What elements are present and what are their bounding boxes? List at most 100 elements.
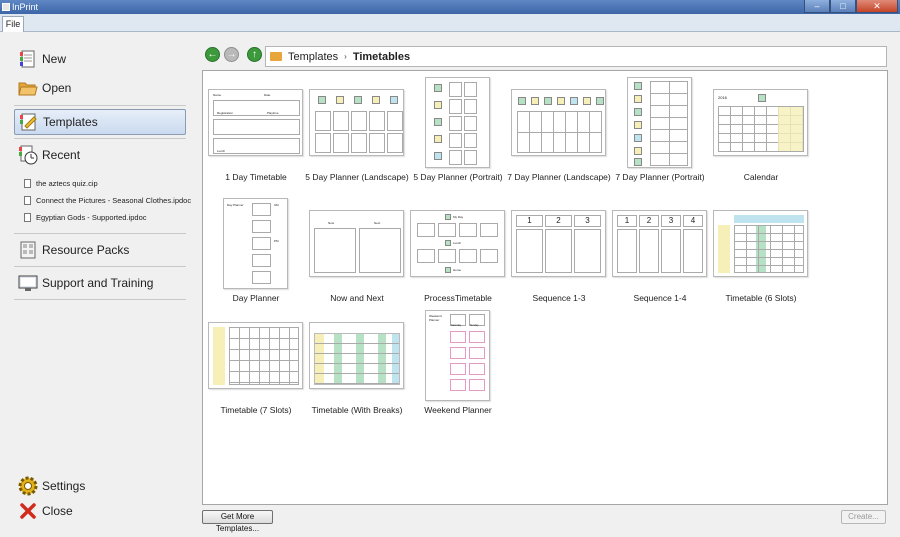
separator [14, 233, 186, 234]
settings-button[interactable]: Settings [14, 474, 186, 498]
new-document-icon [18, 49, 38, 69]
separator [14, 138, 186, 139]
thumb-text: Name [213, 93, 222, 97]
thumb-text: Day Planner [227, 203, 244, 207]
thumb-text: Now [328, 221, 335, 225]
template-label[interactable]: Timetable (6 Slots) [701, 293, 821, 304]
template-thumbnail-7-day-planner-landscape[interactable] [511, 89, 606, 156]
recent-file-item[interactable]: Egyptian Gods - Supported.ipdoc [24, 210, 194, 224]
template-thumbnail-sequence-1-3[interactable]: 1 2 3 [511, 210, 606, 277]
resource-packs-button[interactable]: Resource Packs [14, 237, 186, 263]
thumb-text: Weekend Planner [429, 314, 442, 322]
forward-button[interactable]: → [224, 47, 239, 62]
thumb-text: Next [374, 221, 381, 225]
separator [14, 266, 186, 267]
templates-icon [19, 112, 39, 132]
template-thumbnail-5-day-planner-landscape[interactable] [309, 89, 404, 156]
close-button[interactable]: Close [14, 499, 186, 523]
thumb-text: Registration [217, 111, 234, 115]
monitor-icon [18, 273, 38, 293]
thumb-text: 1 [617, 215, 637, 227]
create-button[interactable]: Create... [841, 510, 886, 524]
arrow-up-icon: ↑ [252, 49, 257, 60]
breadcrumb-separator: › [344, 52, 347, 61]
template-gallery: Name Date Registration Playtime Lunch 1 … [202, 70, 888, 505]
navigation-bar: ← → ↑ Templates › Timetables [202, 45, 887, 67]
thumb-text: 2 [639, 215, 659, 227]
template-thumbnail-calendar[interactable]: 2016 [713, 89, 808, 156]
close-label: Close [42, 504, 73, 518]
thumb-text: Sunday [470, 324, 479, 327]
separator [14, 299, 186, 300]
recent-file-item[interactable]: the aztecs quiz.cip [24, 176, 194, 190]
open-label: Open [42, 81, 72, 95]
thumb-text: 2 [545, 215, 572, 227]
template-thumbnail-1-day-timetable[interactable]: Name Date Registration Playtime Lunch [208, 89, 303, 156]
thumb-text: Date [264, 93, 271, 97]
recent-button[interactable]: Recent [14, 142, 186, 168]
back-button[interactable]: ← [205, 47, 220, 62]
templates-button[interactable]: Templates [14, 109, 186, 135]
folder-icon [270, 52, 282, 61]
breadcrumb[interactable]: Templates › Timetables [265, 46, 887, 67]
thumb-text: Lunch [453, 241, 462, 245]
app-icon [2, 3, 10, 11]
title-bar: InPrint – □ ✕ [0, 0, 900, 14]
gear-icon [18, 476, 38, 496]
file-tab[interactable]: File [2, 16, 24, 32]
template-label[interactable]: Weekend Planner [398, 405, 518, 416]
recent-file-name: Connect the Pictures - Seasonal Clothes.… [36, 195, 192, 205]
window-title: InPrint [12, 2, 39, 12]
breadcrumb-root[interactable]: Templates [288, 51, 338, 63]
new-label: New [42, 52, 67, 66]
recent-file-name: Egyptian Gods - Supported.ipdoc [36, 212, 147, 222]
templates-label: Templates [43, 115, 98, 129]
folder-open-icon [18, 78, 38, 98]
up-button[interactable]: ↑ [247, 47, 262, 62]
recent-label: Recent [42, 148, 81, 162]
close-window-button[interactable]: ✕ [856, 0, 898, 13]
recent-clock-icon [18, 145, 38, 165]
red-x-icon [18, 501, 38, 521]
recent-file-item[interactable]: Connect the Pictures - Seasonal Clothes.… [24, 193, 194, 207]
open-button[interactable]: Open [14, 75, 186, 101]
document-icon [24, 178, 31, 188]
template-thumbnail-timetable-7-slots[interactable] [208, 322, 303, 389]
template-label[interactable]: Calendar [701, 172, 821, 183]
support-training-label: Support and Training [42, 276, 154, 290]
thumb-text: Home [453, 268, 462, 272]
template-thumbnail-5-day-planner-portrait[interactable] [425, 77, 490, 168]
minimize-button[interactable]: – [804, 0, 830, 13]
thumb-text: 4 [683, 215, 703, 227]
document-icon [24, 212, 31, 222]
new-button[interactable]: New [14, 46, 186, 72]
template-thumbnail-timetable-6-slots[interactable] [713, 210, 808, 277]
maximize-button[interactable]: □ [830, 0, 856, 13]
template-thumbnail-7-day-planner-portrait[interactable] [627, 77, 692, 168]
sidebar: New Open Templates Recent the aztecs qui… [0, 32, 196, 537]
separator [14, 105, 186, 106]
resource-packs-label: Resource Packs [42, 243, 130, 257]
template-thumbnail-process-timetable[interactable]: My Day Lunch Home [410, 210, 505, 277]
arrow-right-icon: → [226, 49, 237, 60]
thumb-text: PM [274, 239, 279, 243]
template-thumbnail-day-planner[interactable]: Day Planner AM PM [223, 198, 288, 289]
thumb-text: Playtime [267, 111, 279, 115]
thumb-text: AM [274, 203, 279, 207]
menu-strip: File [0, 14, 900, 32]
get-more-templates-button[interactable]: Get More Templates... [202, 510, 273, 533]
template-thumbnail-timetable-with-breaks[interactable] [309, 322, 404, 389]
thumb-text: Saturday [451, 324, 462, 327]
template-thumbnail-weekend-planner[interactable]: Weekend Planner Saturday Sunday [425, 310, 490, 401]
settings-label: Settings [42, 479, 86, 493]
template-thumbnail-now-and-next[interactable]: Now Next [309, 210, 404, 277]
breadcrumb-current: Timetables [352, 50, 411, 63]
thumb-text: 3 [661, 215, 681, 227]
template-thumbnail-sequence-1-4[interactable]: 1 2 3 4 [612, 210, 707, 277]
thumb-text: Lunch [217, 149, 226, 153]
document-icon [24, 195, 31, 205]
thumb-text: 2016 [718, 95, 727, 100]
support-training-button[interactable]: Support and Training [14, 270, 186, 296]
arrow-left-icon: ← [207, 49, 218, 60]
thumb-text: My Day [453, 215, 464, 219]
